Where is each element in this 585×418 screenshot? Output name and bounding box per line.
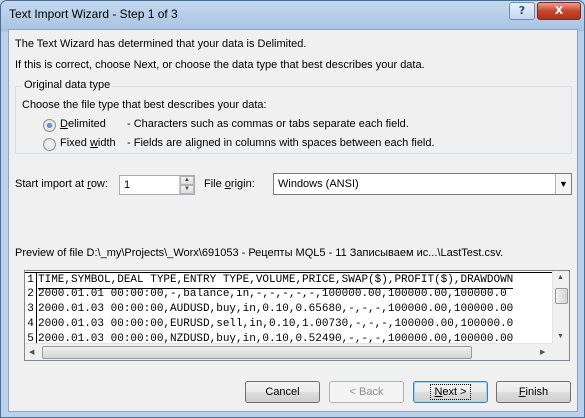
- start-import-label: Start import at row:: [15, 178, 108, 190]
- close-button[interactable]: X: [537, 2, 581, 20]
- intro-text-1: The Text Wizard has determined that your…: [15, 38, 307, 50]
- back-button[interactable]: < Back: [329, 381, 404, 403]
- scroll-left-icon[interactable]: ◀: [29, 348, 34, 356]
- file-preview[interactable]: 1 TIME,SYMBOL,DEAL TYPE,ENTRY TYPE,VOLUM…: [24, 270, 570, 361]
- scroll-right-icon[interactable]: ▶: [540, 348, 545, 356]
- spinner-down-icon[interactable]: ▼: [180, 185, 194, 194]
- window-title: Text Import Wizard - Step 1 of 3: [9, 7, 178, 21]
- delimited-description: - Characters such as commas or tabs sepa…: [127, 118, 409, 130]
- file-origin-select[interactable]: Windows (ANSI) ▼: [273, 173, 572, 195]
- spinner-buttons: ▲ ▼: [179, 176, 194, 194]
- delimited-label[interactable]: Delimited: [60, 118, 106, 130]
- help-icon: ?: [518, 4, 526, 17]
- scroll-up-icon[interactable]: ▲: [557, 274, 564, 281]
- start-row-value[interactable]: 1: [124, 179, 130, 191]
- chevron-down-icon[interactable]: ▼: [555, 174, 571, 194]
- vertical-scrollbar[interactable]: ▲ ▼: [552, 271, 569, 345]
- preview-row: 2 2000.01.01 00:00:00,-,balance,in,-,-,-…: [25, 287, 552, 302]
- next-button[interactable]: Next >: [413, 381, 488, 403]
- vertical-scroll-thumb[interactable]: [555, 288, 568, 304]
- spinner-up-icon[interactable]: ▲: [180, 176, 194, 185]
- fixed-width-description: - Fields are aligned in columns with spa…: [127, 137, 435, 149]
- row-text: 2000.01.01 00:00:00,-,balance,in,-,-,-,-…: [38, 288, 507, 300]
- intro-text-2: If this is correct, choose Next, or choo…: [15, 59, 425, 71]
- horizontal-scrollbar[interactable]: ◀ ▶: [25, 343, 552, 360]
- horizontal-scroll-thumb[interactable]: [42, 346, 472, 359]
- preview-label: Preview of file D:\_my\Projects\_Worx\69…: [15, 247, 504, 259]
- file-origin-label: File origin:: [204, 178, 255, 190]
- scroll-corner: [552, 343, 569, 360]
- preview-row: 4 2000.01.03 00:00:00,EURUSD,sell,in,0.1…: [25, 317, 552, 332]
- title-bar[interactable]: Text Import Wizard - Step 1 of 3 ? X: [1, 1, 584, 27]
- start-row-spinner[interactable]: 1 ▲ ▼: [119, 175, 195, 195]
- fixed-width-label[interactable]: Fixed width: [60, 137, 116, 149]
- preview-row: 3 2000.01.03 00:00:00,AUDUSD,buy,in,0.10…: [25, 302, 552, 317]
- row-number: 2: [25, 287, 37, 302]
- finish-button[interactable]: Finish: [496, 381, 571, 403]
- text-import-wizard-window: Text Import Wizard - Step 1 of 3 ? X The…: [0, 0, 585, 418]
- row-number: 4: [25, 317, 37, 332]
- preview-lines: 1 TIME,SYMBOL,DEAL TYPE,ENTRY TYPE,VOLUM…: [25, 271, 552, 345]
- original-data-type-group: Original data type Choose the file type …: [15, 79, 572, 154]
- fixed-width-radio[interactable]: [43, 138, 56, 151]
- close-icon: X: [554, 4, 564, 17]
- file-type-prompt: Choose the file type that best describes…: [22, 99, 267, 111]
- delimited-radio[interactable]: [43, 119, 56, 132]
- scroll-down-icon[interactable]: ▼: [557, 333, 564, 340]
- row-number: 3: [25, 302, 37, 317]
- row-text: 2000.01.03 00:00:00,EURUSD,sell,in,0.10,…: [38, 318, 514, 330]
- preview-row: 1 TIME,SYMBOL,DEAL TYPE,ENTRY TYPE,VOLUM…: [25, 272, 552, 289]
- dialog-client-area: The Text Wizard has determined that your…: [8, 29, 578, 412]
- row-text: 2000.01.03 00:00:00,AUDUSD,buy,in,0.10,0…: [38, 303, 514, 315]
- cancel-button[interactable]: Cancel: [245, 381, 320, 403]
- help-button[interactable]: ?: [509, 2, 535, 20]
- group-legend: Original data type: [22, 79, 113, 91]
- row-number: 1: [25, 273, 37, 288]
- file-origin-value: Windows (ANSI): [278, 178, 359, 190]
